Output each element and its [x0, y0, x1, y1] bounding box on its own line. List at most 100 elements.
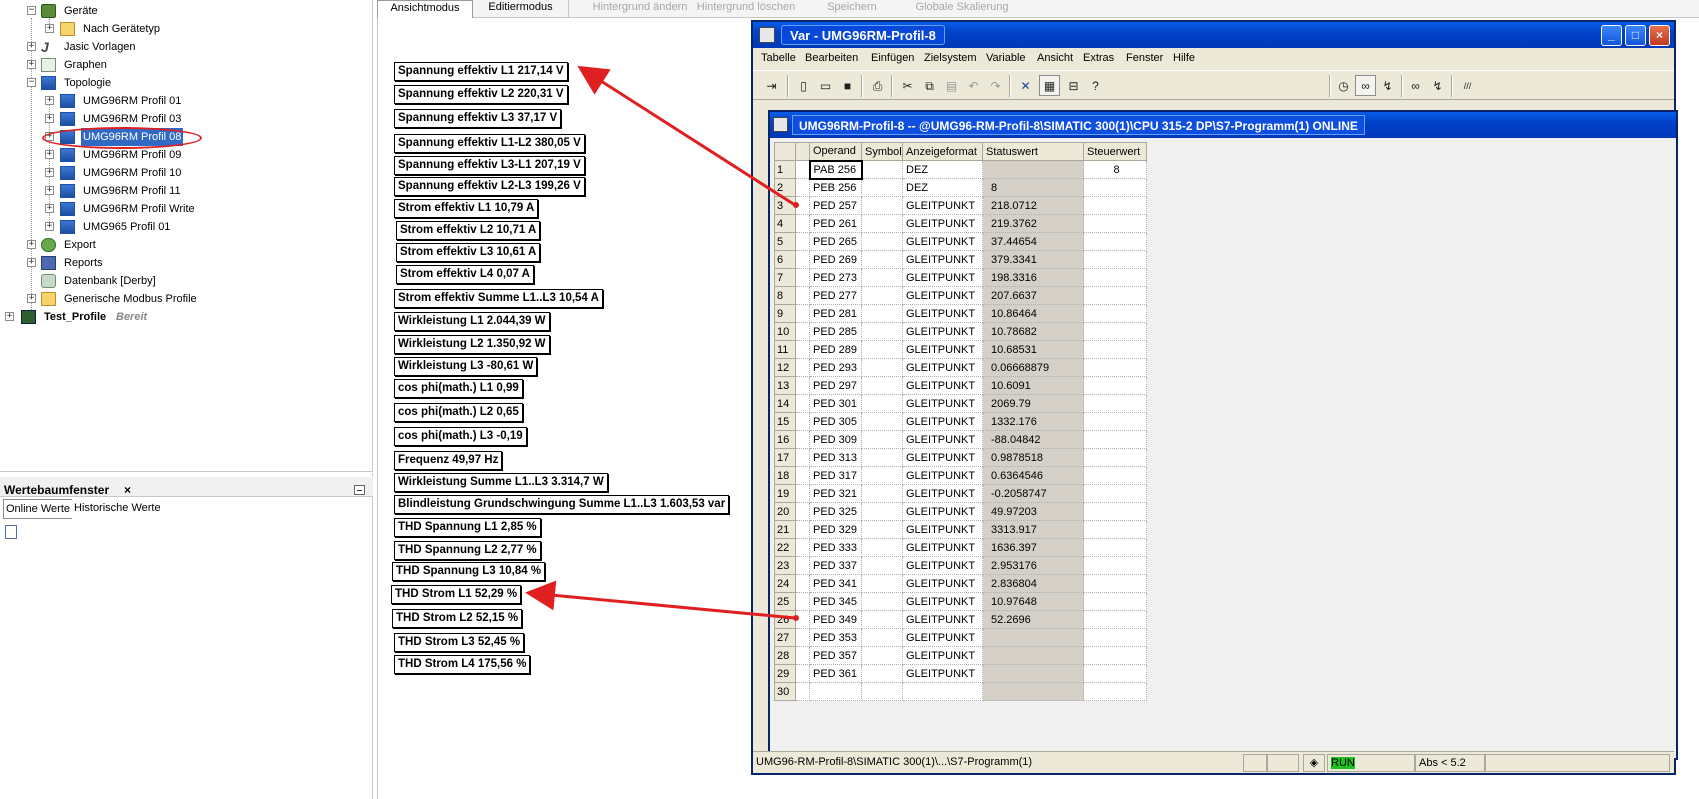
table-row[interactable]: 19 PED 321 GLEITPUNKT -0.2058747	[774, 484, 1147, 503]
steuerwert-cell[interactable]	[1083, 286, 1147, 305]
expand-icon[interactable]: +	[45, 222, 54, 231]
monitor-icon[interactable]: ▦	[1039, 75, 1060, 96]
row-number[interactable]: 11	[774, 340, 796, 359]
table-row[interactable]: 1 PAB 256 DEZ 8	[774, 159, 1147, 180]
column-header-statuswert[interactable]: Statuswert	[982, 142, 1084, 161]
value-box[interactable]: Strom effektiv L2 10,71 A	[396, 221, 541, 240]
steuerwert-cell[interactable]	[1083, 214, 1147, 233]
operand-cell[interactable]: PEB 256	[809, 178, 862, 197]
pin-icon[interactable]: ⇥	[761, 75, 782, 96]
table-row[interactable]: 23 PED 337 GLEITPUNKT 2.953176	[774, 556, 1147, 575]
value-box[interactable]: THD Strom L4 175,56 %	[394, 655, 531, 674]
symbol-cell[interactable]	[861, 340, 903, 359]
symbol-cell[interactable]	[861, 556, 903, 575]
statuswert-cell[interactable]: 207.6637	[982, 286, 1084, 305]
steuerwert-cell[interactable]	[1083, 196, 1147, 215]
tree-item-graphen[interactable]: + Graphen	[0, 56, 373, 74]
operand-cell[interactable]: PED 305	[809, 412, 862, 431]
operand-cell[interactable]: PED 293	[809, 358, 862, 377]
value-box[interactable]: THD Strom L1 52,29 %	[391, 585, 522, 604]
expand-icon[interactable]: +	[27, 258, 36, 267]
row-number[interactable]: 3	[774, 196, 796, 215]
statuswert-cell[interactable]: 1636.397	[982, 538, 1084, 557]
menu-zielsystem[interactable]: Zielsystem	[924, 48, 977, 68]
redo-icon[interactable]: ↷	[985, 75, 1006, 96]
value-box[interactable]: Wirkleistung L1 2.044,39 W	[394, 312, 550, 331]
expand-icon[interactable]: +	[45, 24, 54, 33]
expand-icon[interactable]: +	[27, 60, 36, 69]
symbol-cell[interactable]	[861, 682, 903, 701]
operand-cell[interactable]: PED 289	[809, 340, 862, 359]
statuswert-cell[interactable]: 218.0712	[982, 196, 1084, 215]
statuswert-cell[interactable]	[982, 682, 1084, 701]
operand-cell[interactable]: PED 281	[809, 304, 862, 323]
symbol-cell[interactable]	[861, 160, 903, 179]
tree-item-datenbank[interactable]: Datenbank [Derby]	[0, 272, 373, 290]
tab-historische-werte[interactable]: Historische Werte	[72, 499, 163, 519]
operand-cell[interactable]: PAB 256	[808, 159, 863, 180]
variable-table-titlebar[interactable]: UMG96RM-Profil-8 -- @UMG96-RM-Profil-8\S…	[770, 112, 1676, 138]
format-cell[interactable]: GLEITPUNKT	[902, 340, 983, 359]
format-cell[interactable]: GLEITPUNKT	[902, 664, 983, 683]
symbol-cell[interactable]	[861, 466, 903, 485]
table-row[interactable]: 27 PED 353 GLEITPUNKT	[774, 628, 1147, 647]
table-row[interactable]: 28 PED 357 GLEITPUNKT	[774, 646, 1147, 665]
ansichtmodus-button[interactable]: Ansichtmodus	[377, 0, 473, 18]
corner-icon[interactable]	[774, 142, 796, 161]
row-number[interactable]: 2	[774, 178, 796, 197]
row-number[interactable]: 9	[774, 304, 796, 323]
accessible-nodes-icon[interactable]: ⊟	[1063, 75, 1084, 96]
steuerwert-cell[interactable]	[1083, 556, 1147, 575]
tree-item-profil-09[interactable]: + UMG96RM Profil 09	[0, 146, 373, 164]
minimize-icon[interactable]	[354, 485, 365, 495]
format-cell[interactable]: GLEITPUNKT	[902, 484, 983, 503]
symbol-cell[interactable]	[861, 250, 903, 269]
tree-item-generische-modbus[interactable]: + Generische Modbus Profile	[0, 290, 373, 308]
menu-fenster[interactable]: Fenster	[1126, 48, 1163, 68]
table-row[interactable]: 5 PED 265 GLEITPUNKT 37.44654	[774, 232, 1147, 251]
value-box[interactable]: Strom effektiv L3 10,61 A	[396, 243, 541, 262]
format-cell[interactable]: DEZ	[902, 160, 983, 179]
format-cell[interactable]: GLEITPUNKT	[902, 520, 983, 539]
symbol-cell[interactable]	[861, 646, 903, 665]
table-row[interactable]: 24 PED 341 GLEITPUNKT 2.836804	[774, 574, 1147, 593]
symbol-cell[interactable]	[861, 322, 903, 341]
format-cell[interactable]: GLEITPUNKT	[902, 286, 983, 305]
tree-item-profil-write[interactable]: + UMG96RM Profil Write	[0, 200, 373, 218]
minimize-icon[interactable]: _	[1601, 25, 1622, 46]
tree-item-profil-03[interactable]: + UMG96RM Profil 03	[0, 110, 373, 128]
statuswert-cell[interactable]: 10.97648	[982, 592, 1084, 611]
statuswert-cell[interactable]	[982, 646, 1084, 665]
statuswert-cell[interactable]	[982, 160, 1084, 179]
table-row[interactable]: 6 PED 269 GLEITPUNKT 379.3341	[774, 250, 1147, 269]
close-icon[interactable]: ×	[1649, 25, 1670, 46]
format-cell[interactable]: GLEITPUNKT	[902, 556, 983, 575]
table-row[interactable]: 25 PED 345 GLEITPUNKT 10.97648	[774, 592, 1147, 611]
value-box[interactable]: THD Strom L2 52,15 %	[392, 609, 523, 628]
row-number[interactable]: 14	[774, 394, 796, 413]
operand-cell[interactable]: PED 309	[809, 430, 862, 449]
value-box[interactable]: Spannung effektiv L1-L2 380,05 V	[394, 134, 585, 153]
symbol-cell[interactable]	[861, 628, 903, 647]
statuswert-cell[interactable]: 198.3316	[982, 268, 1084, 287]
row-number[interactable]: 24	[774, 574, 796, 593]
symbol-cell[interactable]	[861, 664, 903, 683]
table-row[interactable]: 17 PED 313 GLEITPUNKT 0.9878518	[774, 448, 1147, 467]
format-cell[interactable]: GLEITPUNKT	[902, 304, 983, 323]
symbol-cell[interactable]	[861, 268, 903, 287]
menu-variable[interactable]: Variable	[986, 48, 1026, 68]
var-window-titlebar[interactable]: Var - UMG96RM-Profil-8 _ □ ×	[753, 22, 1674, 48]
steuerwert-cell[interactable]	[1083, 520, 1147, 539]
column-header-symbol[interactable]: Symbol	[861, 142, 903, 161]
menu-extras[interactable]: Extras	[1083, 48, 1114, 68]
value-box[interactable]: Spannung effektiv L3-L1 207,19 V	[394, 156, 585, 175]
value-box[interactable]: Strom effektiv L4 0,07 A	[396, 265, 534, 284]
row-number[interactable]: 15	[774, 412, 796, 431]
tree-item-umg965-profil-01[interactable]: + UMG965 Profil 01	[0, 218, 373, 236]
value-box[interactable]: Wirkleistung L3 -80,61 W	[394, 357, 538, 376]
hintergrund-aendern-button[interactable]: Hintergrund ändern	[587, 0, 693, 18]
menu-tabelle[interactable]: Tabelle	[761, 48, 796, 68]
row-number[interactable]: 30	[774, 682, 796, 701]
steuerwert-cell[interactable]	[1083, 322, 1147, 341]
operand-cell[interactable]: PED 273	[809, 268, 862, 287]
